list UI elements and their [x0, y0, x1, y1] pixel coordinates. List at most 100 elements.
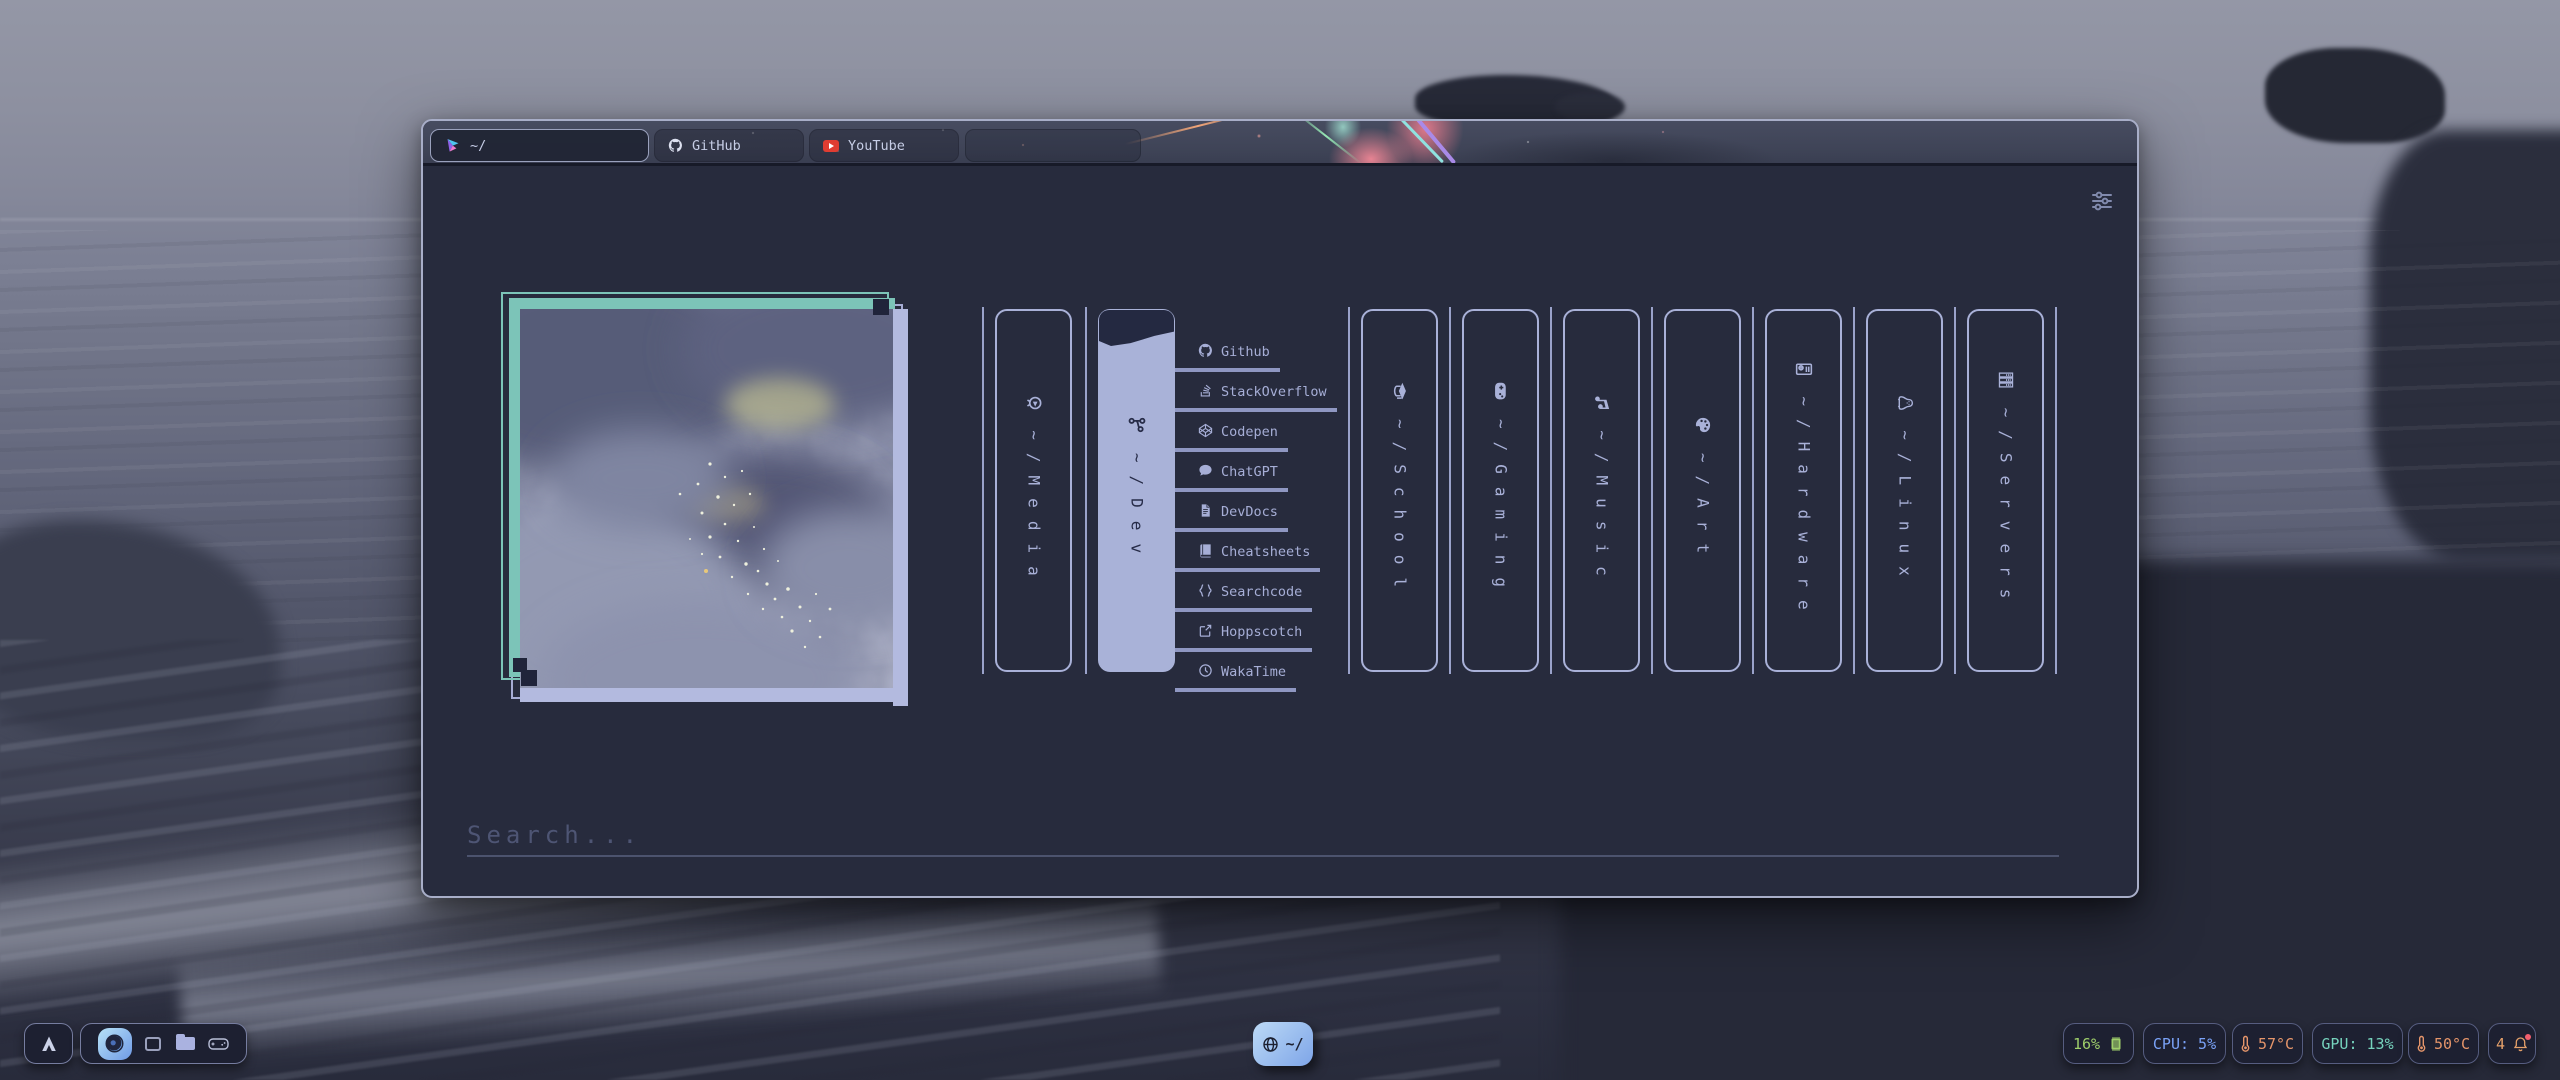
graduation-cap-icon [1390, 381, 1409, 400]
link-wakatime[interactable]: WakaTime [1175, 661, 1296, 692]
book-label: ~/School [1390, 418, 1409, 599]
gamepad-icon [1491, 381, 1510, 400]
link-label: DevDocs [1221, 504, 1278, 520]
shelf-divider [1348, 307, 1350, 674]
link-label: ChatGPT [1221, 464, 1278, 480]
book-music[interactable]: ~/Music [1563, 309, 1640, 672]
gpu-temp-module[interactable]: 50°C [2408, 1023, 2479, 1064]
bell-icon [2513, 1036, 2528, 1052]
empty-tab-slot[interactable] [965, 129, 1141, 162]
link-stackoverflow[interactable]: StackOverflow [1175, 381, 1337, 412]
chat-bubble-icon [1198, 463, 1213, 478]
frame-lavender-band [893, 309, 908, 706]
page-settings-button[interactable] [2089, 189, 2115, 213]
link-cheatsheets[interactable]: Cheatsheets [1175, 541, 1320, 572]
link-github[interactable]: Github [1175, 341, 1280, 372]
book-dev[interactable]: ~/Dev [1098, 309, 1175, 672]
link-label: Searchcode [1221, 584, 1302, 600]
link-codepen[interactable]: Codepen [1175, 421, 1288, 452]
wallpaper-rock [1555, 92, 1625, 122]
frame-corner-handle [521, 670, 537, 686]
github-icon [668, 138, 683, 153]
book-label: ~/Art [1693, 452, 1712, 565]
link-label: Codepen [1221, 424, 1278, 440]
book-label: ~/Music [1592, 430, 1611, 588]
link-label: Cheatsheets [1221, 544, 1310, 560]
book-gaming[interactable]: ~/Gaming [1462, 309, 1539, 672]
document-icon [1198, 503, 1213, 518]
link-searchcode[interactable]: Searchcode [1175, 581, 1312, 612]
module-text: CPU: 5% [2153, 1035, 2216, 1053]
notifications-module[interactable]: 4 [2488, 1023, 2536, 1064]
server-rack-icon [1996, 370, 2015, 389]
tab-youtube[interactable]: YouTube [809, 129, 959, 162]
tab-label: GitHub [692, 138, 741, 154]
link-label: StackOverflow [1221, 384, 1327, 400]
firefox-icon[interactable] [98, 1028, 132, 1060]
module-text: 16% [2073, 1035, 2100, 1053]
book-art[interactable]: ~/Art [1664, 309, 1741, 672]
shelf-divider [1752, 307, 1754, 674]
gamepad-icon[interactable] [207, 1033, 229, 1055]
memory-chip-icon [2108, 1036, 2124, 1052]
book-label: ~/Dev [1127, 452, 1146, 565]
shelf-divider [1449, 307, 1451, 674]
taskbar-dock [80, 1023, 247, 1064]
dev-links-panel: Github StackOverflow Codepen ChatGPT Dev… [1175, 341, 1337, 701]
tab-github[interactable]: GitHub [654, 129, 804, 162]
stackoverflow-icon [1198, 383, 1213, 398]
ram-usage-module[interactable]: 16% [2063, 1023, 2134, 1064]
globe-icon [1262, 1036, 1279, 1053]
browser-logo-icon [445, 138, 461, 154]
tabbar-divider [423, 163, 2137, 166]
link-label: WakaTime [1221, 664, 1286, 680]
shelf-divider [1550, 307, 1552, 674]
frame-lavender-band [520, 688, 908, 702]
app-launcher-button[interactable] [24, 1023, 73, 1064]
book-label: ~/Media [1024, 430, 1043, 588]
link-label: Github [1221, 344, 1270, 360]
book-icon [1198, 543, 1213, 558]
active-window-button[interactable]: ~/ [1253, 1022, 1313, 1066]
gpu-usage-module[interactable]: GPU: 13% [2312, 1023, 2403, 1064]
link-chatgpt[interactable]: ChatGPT [1175, 461, 1288, 492]
palette-icon [1693, 415, 1712, 434]
book-servers[interactable]: ~/Servers [1967, 309, 2044, 672]
artwork-frame [501, 292, 913, 712]
shelf-divider [982, 307, 984, 674]
folder-icon[interactable] [175, 1033, 197, 1055]
cpu-usage-module[interactable]: CPU: 5% [2143, 1023, 2226, 1064]
tab-label: YouTube [848, 138, 905, 154]
browser-window: ~/ GitHub YouTube [421, 119, 2139, 898]
book-label: ~/Servers [1996, 407, 2015, 611]
active-window-label: ~/ [1285, 1035, 1303, 1053]
module-text: 57°C [2258, 1035, 2294, 1053]
frame-teal-band [509, 298, 520, 677]
frame-teal-band [509, 298, 895, 309]
window-icon[interactable] [142, 1033, 164, 1055]
pc-tower-icon [1794, 359, 1813, 378]
tab-bar: ~/ GitHub YouTube [423, 121, 2137, 166]
book-linux[interactable]: ~/Linux [1866, 309, 1943, 672]
request-arrow-icon [1198, 623, 1213, 638]
tabbar-art-streak [1125, 119, 1271, 145]
book-media[interactable]: ~/Media [995, 309, 1072, 672]
shelf-divider [1853, 307, 1855, 674]
search-bar [467, 815, 2059, 857]
link-devdocs[interactable]: DevDocs [1175, 501, 1288, 532]
cloud-artwork-image[interactable] [520, 309, 893, 688]
book-hardware[interactable]: ~/Hardware [1765, 309, 1842, 672]
tab-home[interactable]: ~/ [430, 129, 649, 162]
search-input[interactable] [467, 815, 2059, 857]
cpu-temp-module[interactable]: 57°C [2232, 1023, 2303, 1064]
book-label: ~/Hardware [1794, 396, 1813, 622]
module-text: 4 [2496, 1035, 2505, 1053]
music-note-icon [1592, 393, 1611, 412]
shelf-divider [1085, 307, 1087, 674]
book-school[interactable]: ~/School [1361, 309, 1438, 672]
youtube-icon [823, 140, 839, 152]
book-label: ~/Gaming [1491, 418, 1510, 599]
shelf-divider [2055, 307, 2057, 674]
tab-label: ~/ [470, 138, 486, 154]
link-hoppscotch[interactable]: Hoppscotch [1175, 621, 1312, 652]
